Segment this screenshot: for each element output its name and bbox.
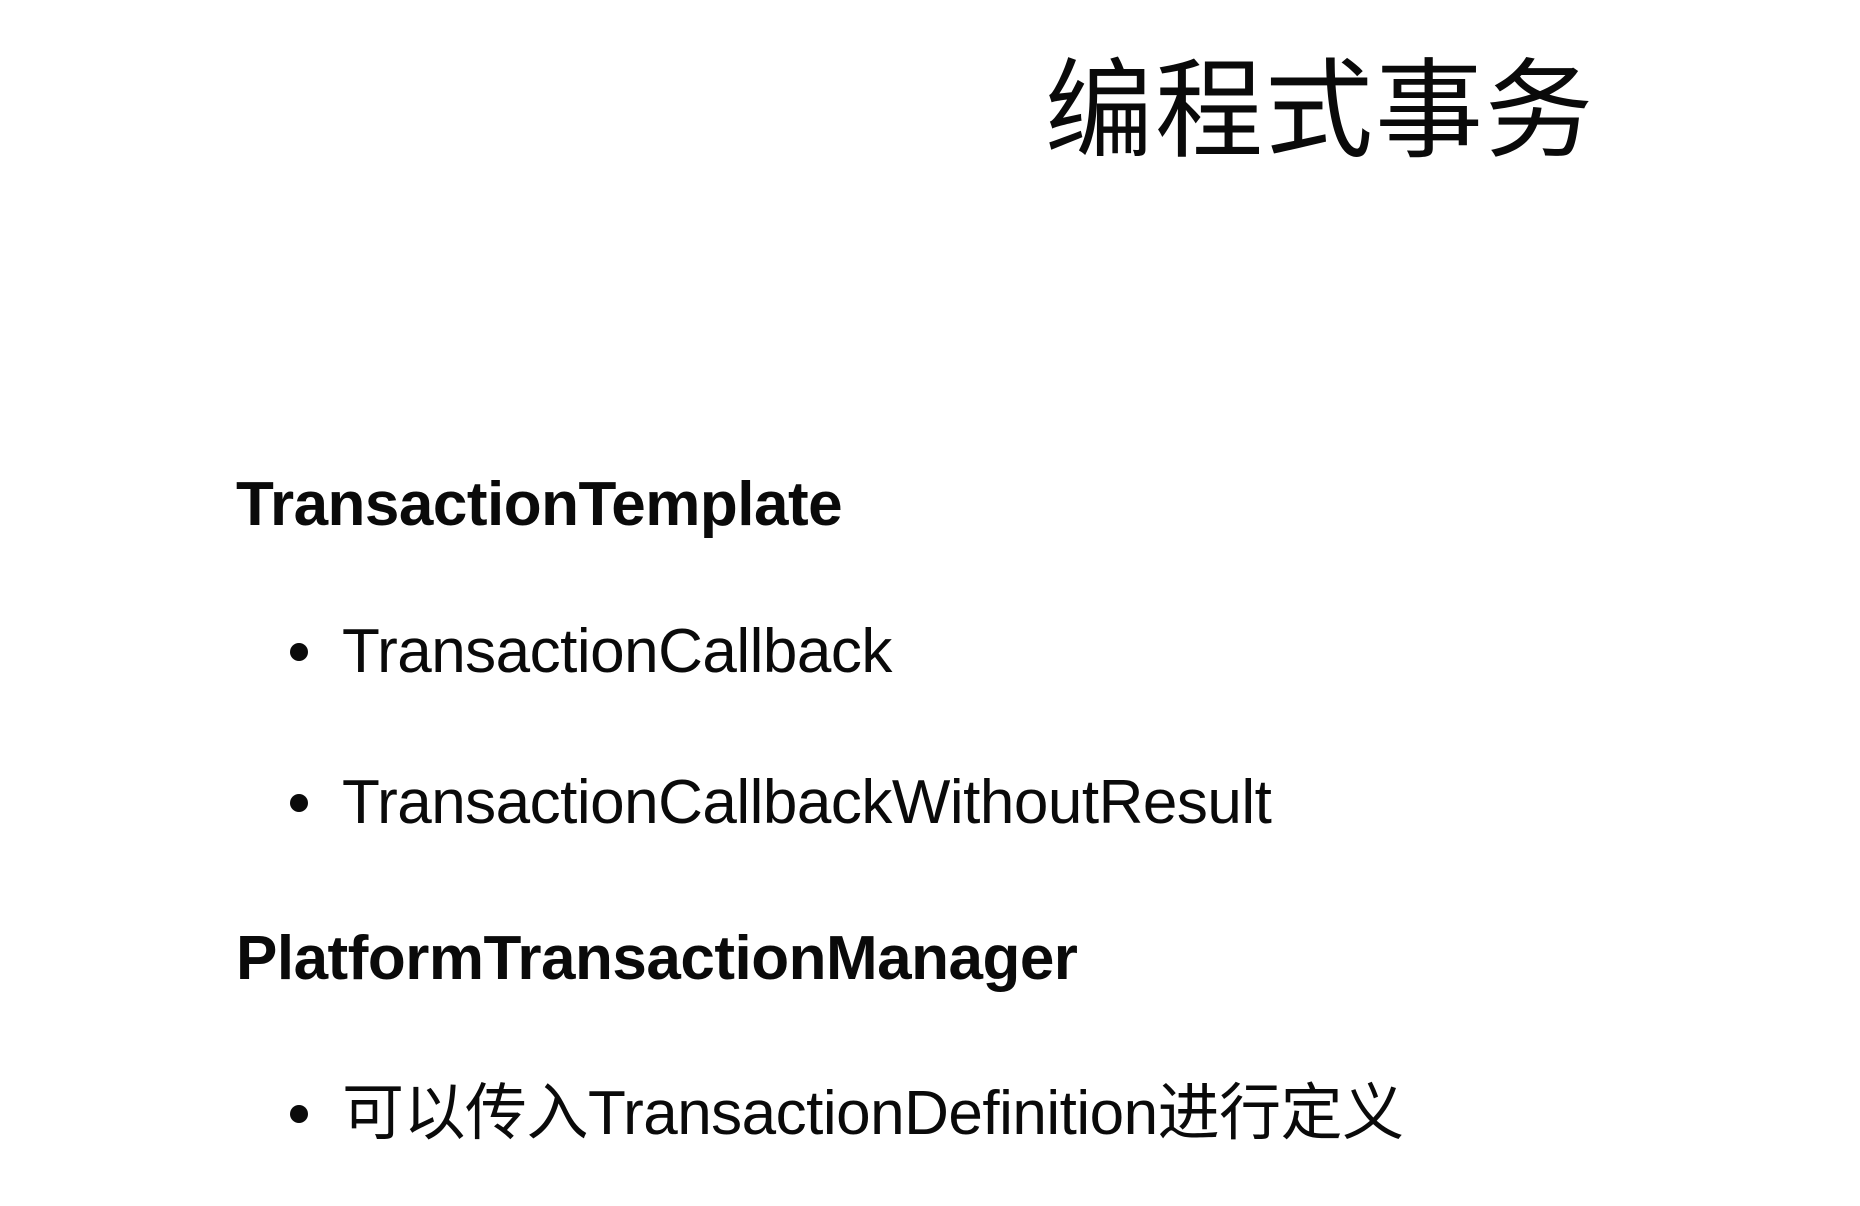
section-heading-platform-transaction-manager: PlatformTransactionManager bbox=[236, 924, 1078, 993]
slide-title: 编程式事务 bbox=[1045, 49, 1596, 174]
bullet-dot-icon bbox=[290, 643, 308, 661]
bullet-item: TransactionCallback bbox=[290, 621, 892, 683]
bullet-text: TransactionCallback bbox=[342, 617, 892, 686]
bullet-item: TransactionCallbackWithoutResult bbox=[290, 768, 1272, 837]
bullet-item: 可以传入TransactionDefinition进行定义 bbox=[290, 1083, 1404, 1145]
bullet-dot-icon bbox=[290, 794, 308, 812]
bullet-text: TransactionCallbackWithoutResult bbox=[342, 768, 1272, 837]
section-heading-transaction-template: TransactionTemplate bbox=[236, 470, 843, 539]
bullet-text: 可以传入TransactionDefinition进行定义 bbox=[342, 1079, 1404, 1148]
bullet-dot-icon bbox=[290, 1105, 308, 1123]
slide: 编程式事务 TransactionTemplate TransactionCal… bbox=[0, 0, 1860, 1206]
